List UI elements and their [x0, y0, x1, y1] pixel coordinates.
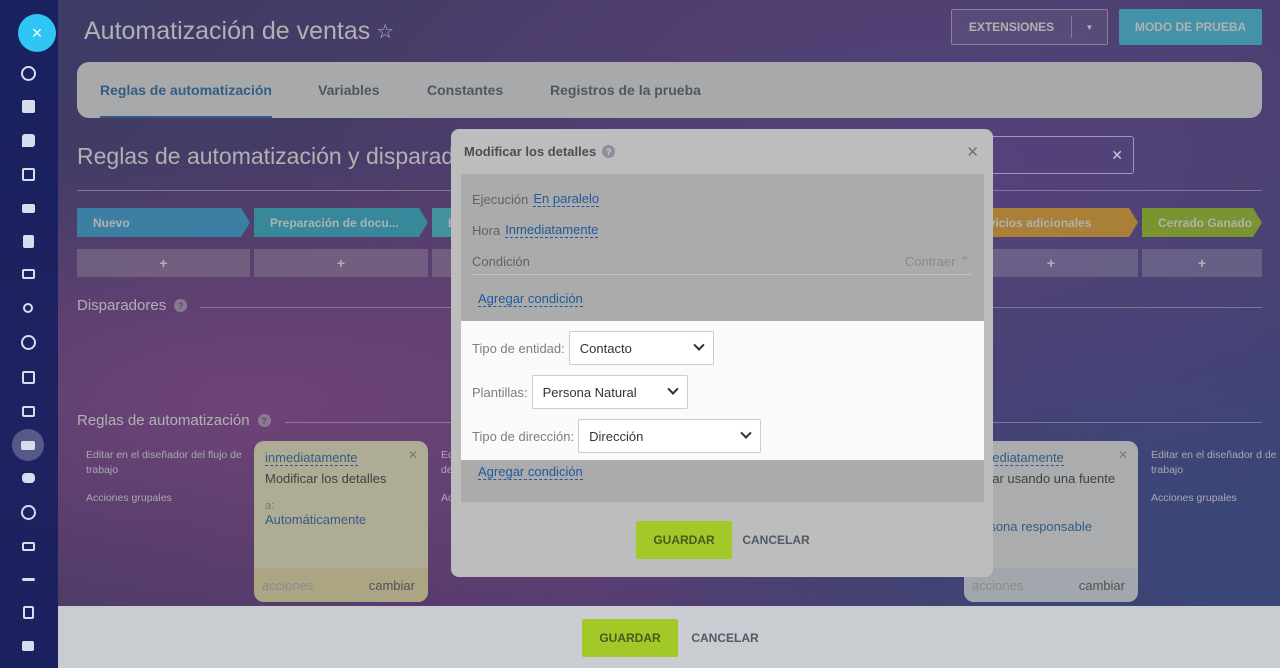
close-icon[interactable]: ✕: [966, 143, 979, 161]
hexagon-icon[interactable]: [19, 333, 37, 351]
search-field-clear[interactable]: ✕: [993, 136, 1134, 174]
chat-icon[interactable]: [19, 131, 37, 149]
left-sidebar: ×: [0, 0, 58, 668]
chevron-down-icon: [666, 383, 679, 395]
group-icon[interactable]: [19, 299, 37, 317]
execution-row: Ejecución En paralelo: [472, 191, 600, 207]
entity-type-value: Contacto: [579, 340, 632, 356]
execution-label: Ejecución: [472, 191, 529, 207]
condition-label: Condición: [472, 254, 530, 269]
tasks-icon[interactable]: [19, 368, 37, 386]
add-condition-link[interactable]: Agregar condición: [478, 464, 583, 480]
entity-type-select[interactable]: Contacto: [568, 331, 714, 365]
chevron-down-icon: [693, 339, 705, 351]
chevron-down-icon: [740, 427, 752, 439]
save-button[interactable]: GUARDAR: [582, 619, 678, 657]
chart-icon[interactable]: [19, 637, 37, 655]
dialog-title: Modificar los detalles ?: [464, 144, 616, 159]
chevron-up-icon: ⌃: [959, 254, 970, 269]
automation-filter-icon[interactable]: [12, 429, 44, 461]
entity-type-row: Tipo de entidad: Contacto: [472, 331, 714, 365]
dialog-save-button[interactable]: GUARDAR: [636, 521, 732, 559]
time-label: Hora: [472, 222, 501, 238]
time-value-link[interactable]: Inmediatamente: [505, 222, 599, 238]
address-type-label: Tipo de dirección:: [472, 428, 575, 444]
mail-icon[interactable]: [19, 265, 37, 283]
dialog-title-text: Modificar los detalles: [464, 144, 597, 159]
condition-popup: Tipo de entidad: Contacto Plantillas: Pe…: [461, 321, 984, 460]
templates-select[interactable]: Persona Natural: [531, 375, 688, 409]
collapse-button[interactable]: Contraer ⌃: [905, 254, 970, 270]
drive-icon[interactable]: [19, 199, 37, 217]
cart-icon[interactable]: [19, 537, 37, 555]
divider: [472, 274, 971, 275]
signature-icon[interactable]: [19, 570, 37, 588]
edit-document-icon[interactable]: [19, 603, 37, 621]
target-icon[interactable]: [19, 503, 37, 521]
add-condition-link[interactable]: Agregar condición: [478, 291, 583, 307]
cancel-button[interactable]: CANCELAR: [686, 619, 764, 657]
help-icon[interactable]: ?: [602, 145, 616, 158]
entity-type-label: Tipo de entidad:: [472, 340, 565, 356]
robot-icon[interactable]: [19, 469, 37, 487]
dialog-cancel-button[interactable]: CANCELAR: [740, 521, 812, 559]
contact-card-icon[interactable]: [19, 402, 37, 420]
address-type-value: Dirección: [589, 428, 644, 444]
close-icon[interactable]: ×: [18, 14, 56, 52]
calendar-icon[interactable]: [19, 165, 37, 183]
time-row: Hora Inmediatamente: [472, 222, 599, 238]
collapse-label: Contraer: [904, 254, 956, 269]
palette-icon[interactable]: [19, 64, 37, 82]
feed-icon[interactable]: [19, 97, 37, 115]
templates-row: Plantillas: Persona Natural: [472, 375, 688, 409]
address-type-select[interactable]: Dirección: [578, 419, 762, 453]
address-type-row: Tipo de dirección: Dirección: [472, 419, 762, 453]
execution-value-link[interactable]: En paralelo: [533, 191, 600, 207]
close-icon[interactable]: ✕: [1111, 147, 1123, 164]
templates-label: Plantillas:: [472, 384, 528, 400]
templates-value: Persona Natural: [542, 384, 637, 400]
document-icon[interactable]: [19, 232, 37, 250]
